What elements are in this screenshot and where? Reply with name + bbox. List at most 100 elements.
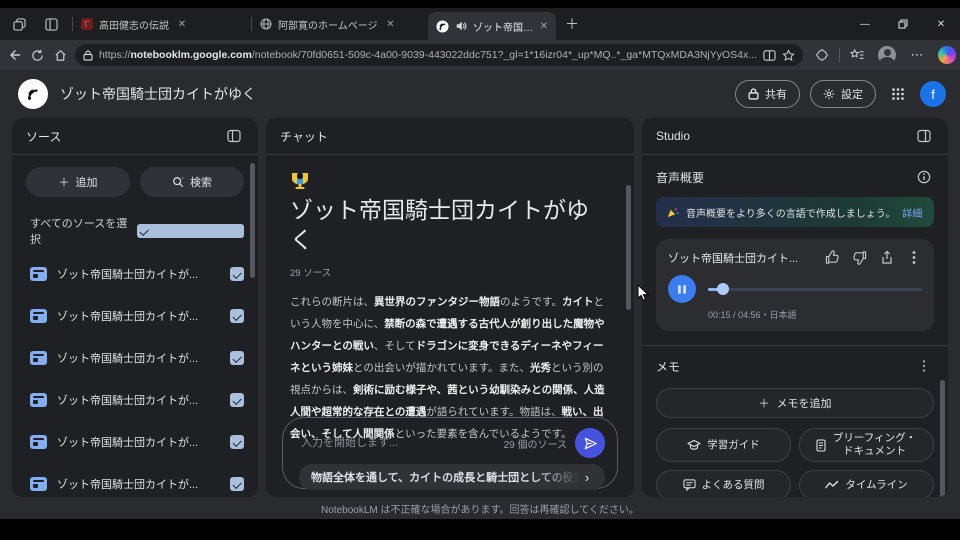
- source-row[interactable]: ゾット帝国騎士団カイトが...: [12, 295, 258, 337]
- sources-scrollbar[interactable]: [250, 163, 255, 278]
- slider-knob[interactable]: [716, 283, 729, 295]
- settings-button[interactable]: 設定: [810, 80, 876, 108]
- notebook-title[interactable]: ゾット帝国騎士団カイトがゆく: [60, 84, 256, 104]
- split-screen-icon[interactable]: [763, 49, 776, 62]
- action-label: よくある質問: [701, 478, 765, 491]
- browser-toolbar: https://notebooklm.google.com/notebook/7…: [0, 40, 960, 70]
- notebooklm-logo[interactable]: [18, 79, 48, 109]
- collapse-panel-icon[interactable]: [914, 126, 934, 146]
- input-source-count: 29 個のソース: [503, 439, 567, 451]
- tab-audio-icon[interactable]: [455, 20, 467, 32]
- browser-window: 高田健志の伝説 ✕ 阿部寛のホームページ ✕ ゾット帝国騎士団カイトがゆく ✕ …: [0, 8, 960, 519]
- language-banner[interactable]: 音声概要をより多くの言語で作成しましょう。 詳細: [656, 197, 934, 227]
- restore-button[interactable]: [884, 8, 922, 40]
- source-checkbox[interactable]: [230, 351, 244, 365]
- audio-overview-title: 音声概要: [656, 170, 705, 185]
- lock-icon[interactable]: [83, 49, 93, 61]
- audio-player-card: ゾット帝国騎士団カイト... 00:15 / 04:56・日本語: [656, 239, 934, 331]
- add-note-button[interactable]: ＋ メモを追加: [656, 388, 934, 418]
- chat-title: チャット: [280, 129, 328, 144]
- notes-more-icon[interactable]: [914, 356, 934, 376]
- minimize-button[interactable]: —: [846, 8, 884, 40]
- banner-detail-link[interactable]: 詳細: [902, 205, 922, 220]
- action-label: タイムライン: [845, 478, 908, 491]
- audio-time: 00:15 / 04:56・日本語: [708, 310, 797, 320]
- favorite-star-icon[interactable]: [782, 48, 795, 62]
- more-vert-icon[interactable]: [905, 249, 922, 266]
- chat-scrollbar[interactable]: [626, 185, 631, 310]
- workspaces-icon[interactable]: [6, 13, 32, 35]
- source-checkbox[interactable]: [230, 393, 244, 407]
- source-row[interactable]: ゾット帝国騎士団カイトが...: [12, 337, 258, 379]
- tab-notebooklm-active[interactable]: ゾット帝国騎士団カイトがゆく ✕: [428, 12, 556, 40]
- toolbar-right: ⋯: [809, 43, 960, 67]
- chat-content: ゾット帝国騎士団カイトがゆく 29 ソース これらの断片は、異世界のファンタジー…: [266, 155, 634, 445]
- favorites-menu-icon[interactable]: [844, 43, 870, 67]
- user-avatar[interactable]: f: [920, 81, 946, 107]
- timeline-button[interactable]: タイムライン: [799, 470, 934, 497]
- profile-avatar-icon[interactable]: [874, 43, 900, 67]
- source-checkbox[interactable]: [230, 435, 244, 449]
- source-row[interactable]: ゾット帝国騎士団カイトが...: [12, 379, 258, 421]
- chevron-right-icon[interactable]: ›: [579, 469, 595, 485]
- tab-close-icon[interactable]: ✕: [384, 17, 398, 31]
- tab-title: ゾット帝国騎士団カイトがゆく: [473, 22, 534, 34]
- source-checkbox[interactable]: [230, 477, 244, 491]
- address-bar[interactable]: https://notebooklm.google.com/notebook/7…: [74, 44, 804, 66]
- faq-button[interactable]: よくある質問: [656, 470, 791, 497]
- refresh-icon[interactable]: [29, 43, 46, 67]
- info-icon[interactable]: [914, 167, 934, 187]
- source-row[interactable]: ゾット帝国騎士団カイトが...: [12, 253, 258, 295]
- tab-close-icon[interactable]: ✕: [175, 17, 189, 31]
- gear-icon: [823, 88, 835, 100]
- new-tab-button[interactable]: ＋: [560, 12, 584, 36]
- audio-progress-slider[interactable]: [708, 283, 922, 295]
- toolbar-divider: [839, 48, 841, 62]
- send-button[interactable]: [575, 428, 605, 458]
- select-all-checkbox[interactable]: [137, 224, 244, 238]
- extensions-icon[interactable]: [809, 43, 835, 67]
- source-checkbox[interactable]: [230, 309, 244, 323]
- banner-text: 音声概要をより多くの言語で作成しましょう。: [686, 208, 896, 220]
- tab-favicon-globe: [260, 18, 272, 30]
- screen: 高田健志の伝説 ✕ 阿部寛のホームページ ✕ ゾット帝国騎士団カイトがゆく ✕ …: [0, 0, 960, 540]
- close-window-button[interactable]: ✕: [922, 8, 960, 40]
- document-icon: [30, 393, 47, 407]
- add-source-button[interactable]: ＋ 追加: [26, 167, 130, 197]
- collapse-panel-icon[interactable]: [224, 126, 244, 146]
- copilot-icon[interactable]: [934, 43, 960, 67]
- briefing-doc-button[interactable]: ブリーフィング・ドキュメント: [799, 428, 934, 462]
- settings-label: 設定: [841, 89, 863, 101]
- source-row[interactable]: ゾット帝国騎士団カイトが...: [12, 463, 258, 497]
- document-icon: [30, 435, 47, 449]
- thumbs-up-icon[interactable]: [824, 249, 841, 266]
- source-checkbox[interactable]: [230, 267, 244, 281]
- share-button[interactable]: 共有: [735, 80, 800, 108]
- share-icon[interactable]: [878, 249, 895, 266]
- studio-scrollbar[interactable]: [940, 380, 945, 497]
- study-guide-button[interactable]: 学習ガイド: [656, 428, 791, 462]
- tab-close-icon[interactable]: ✕: [540, 19, 548, 33]
- thumbs-down-icon[interactable]: [851, 249, 868, 266]
- back-icon[interactable]: [6, 43, 23, 67]
- pause-button[interactable]: [668, 275, 696, 303]
- search-label: 検索: [190, 177, 212, 189]
- tab-title: 阿部寛のホームページ: [278, 20, 378, 32]
- tab-abe[interactable]: 阿部寛のホームページ ✕: [252, 11, 428, 37]
- tab-takada[interactable]: 高田健志の伝説 ✕: [73, 11, 251, 37]
- chat-input-box: 29 個のソース 物語全体を通して、カイトの成長と騎士団としての役割はどう ›: [282, 417, 618, 490]
- discover-sources-button[interactable]: 検索: [140, 167, 244, 197]
- settings-more-icon[interactable]: ⋯: [904, 43, 930, 67]
- chat-input[interactable]: [299, 436, 496, 450]
- apps-grid-icon[interactable]: [886, 82, 910, 106]
- notes-header: メモ: [656, 356, 934, 376]
- tab-actions-icon[interactable]: [38, 13, 64, 35]
- studio-title: Studio: [656, 129, 691, 143]
- mouse-cursor: [637, 284, 650, 302]
- celebration-icon: [666, 206, 679, 219]
- notes-title: メモ: [656, 359, 681, 374]
- source-row[interactable]: ゾット帝国騎士団カイトが...: [12, 421, 258, 463]
- home-icon[interactable]: [52, 43, 69, 67]
- url-text[interactable]: https://notebooklm.google.com/notebook/7…: [99, 49, 757, 61]
- suggested-question-chip[interactable]: 物語全体を通して、カイトの成長と騎士団としての役割はどう ›: [299, 464, 605, 490]
